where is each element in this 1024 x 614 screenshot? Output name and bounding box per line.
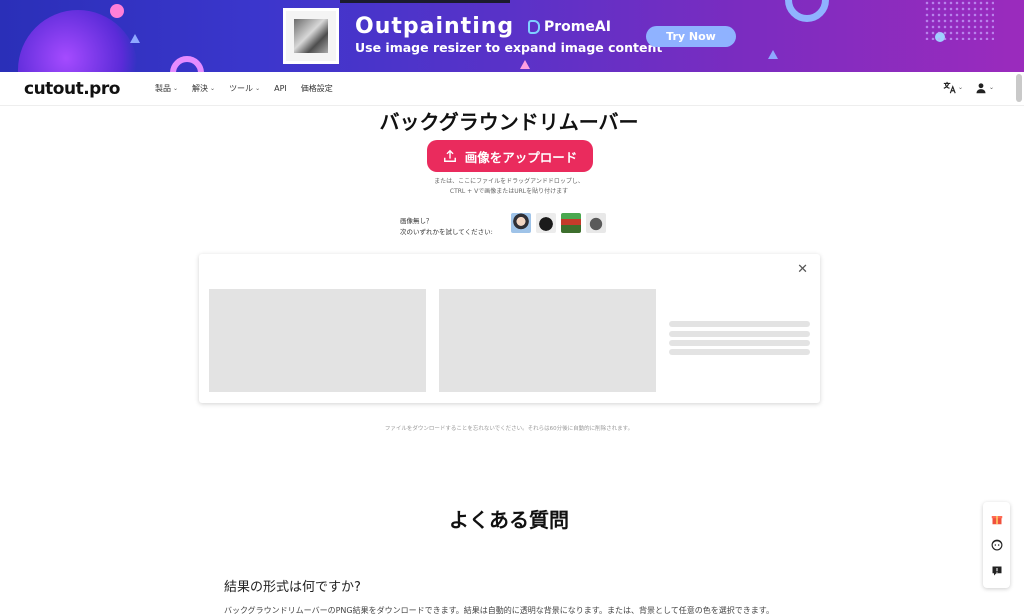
banner-decoration	[170, 56, 204, 72]
site-logo[interactable]: cutout.pro	[24, 79, 120, 99]
skeleton-line	[669, 349, 810, 355]
upload-image-button[interactable]: 画像をアップロード	[427, 140, 593, 172]
banner-decoration	[785, 0, 829, 22]
try-now-button[interactable]: Try Now	[646, 26, 736, 47]
nav-item-solutions[interactable]: 解決 ⌄	[192, 83, 215, 94]
nav-item-tools[interactable]: ツール ⌄	[229, 83, 260, 94]
banner-brand-name: PromeAI	[544, 19, 611, 35]
sample-image-figure[interactable]	[561, 213, 581, 233]
chevron-down-icon: ⌄	[255, 85, 261, 92]
upload-hint: または、ここにファイルをドラッグアンドドロップし、 CTRL + Vで画像または…	[434, 178, 584, 195]
banner-decoration	[110, 4, 124, 18]
main-nav: 製品 ⌄ 解決 ⌄ ツール ⌄ API 価格設定	[155, 83, 333, 94]
header-actions: ⌄ ⌄	[943, 81, 994, 94]
banner-decoration	[924, 0, 994, 40]
user-icon	[976, 82, 986, 93]
promo-banner[interactable]: Outpainting Use image resizer to expand …	[0, 0, 1024, 72]
page-scrollbar[interactable]	[1016, 74, 1022, 102]
sample-image-animal[interactable]	[586, 213, 606, 233]
faq-title: よくある質問	[449, 508, 569, 532]
banner-thumbnail	[283, 8, 339, 64]
chevron-down-icon: ⌄	[210, 85, 216, 92]
upload-icon	[443, 149, 456, 162]
download-notice: ファイルをダウンロードすることを忘れないでください。それらは60分後に自動的に削…	[384, 426, 634, 432]
skeleton-line	[669, 340, 810, 346]
faq-answer: バックグラウンドリムーバーのPNG結果をダウンロードできます。結果は自動的に透明…	[224, 606, 774, 614]
promeai-logo-icon	[528, 20, 540, 34]
banner-title: Outpainting	[355, 14, 515, 39]
skeleton-line	[669, 331, 810, 337]
floating-toolbar	[983, 502, 1010, 588]
sample-image-tshirt[interactable]	[536, 213, 556, 233]
translate-icon	[943, 81, 956, 94]
page-title: バックグラウンドリムーバー	[379, 110, 639, 134]
user-menu[interactable]: ⌄	[975, 82, 994, 94]
banner-decoration	[520, 60, 530, 69]
sample-prompt: 画像無し？ 次のいずれかを試してください:	[400, 217, 493, 236]
original-image-placeholder	[209, 289, 426, 392]
skeleton-line	[669, 321, 810, 327]
banner-decoration	[340, 0, 510, 3]
support-icon[interactable]	[991, 539, 1003, 551]
gift-icon[interactable]	[991, 513, 1003, 525]
chevron-down-icon: ⌄	[988, 84, 994, 91]
faq-question: 結果の形式は何ですか?	[224, 580, 361, 595]
upload-button-label: 画像をアップロード	[464, 150, 578, 165]
chevron-down-icon: ⌄	[957, 84, 963, 91]
site-header: cutout.pro 製品 ⌄ 解決 ⌄ ツール ⌄ API 価格設定 ⌄ ⌄	[0, 72, 1024, 106]
banner-brand: PromeAI	[528, 19, 611, 35]
banner-decoration	[768, 50, 778, 59]
result-card: ✕	[199, 254, 820, 403]
nav-item-api[interactable]: API	[274, 83, 287, 94]
banner-decoration	[130, 34, 140, 43]
language-selector[interactable]: ⌄	[943, 81, 963, 94]
nav-item-pricing[interactable]: 価格設定	[301, 83, 333, 94]
banner-decoration	[18, 10, 138, 72]
nav-item-products[interactable]: 製品 ⌄	[155, 83, 178, 94]
close-icon[interactable]: ✕	[797, 262, 808, 277]
banner-subtitle: Use image resizer to expand image conten…	[355, 40, 663, 55]
chevron-down-icon: ⌄	[173, 85, 179, 92]
result-image-placeholder	[439, 289, 656, 392]
sample-image-woman[interactable]	[511, 213, 531, 233]
feedback-icon[interactable]	[991, 565, 1003, 577]
sample-images	[511, 213, 606, 233]
